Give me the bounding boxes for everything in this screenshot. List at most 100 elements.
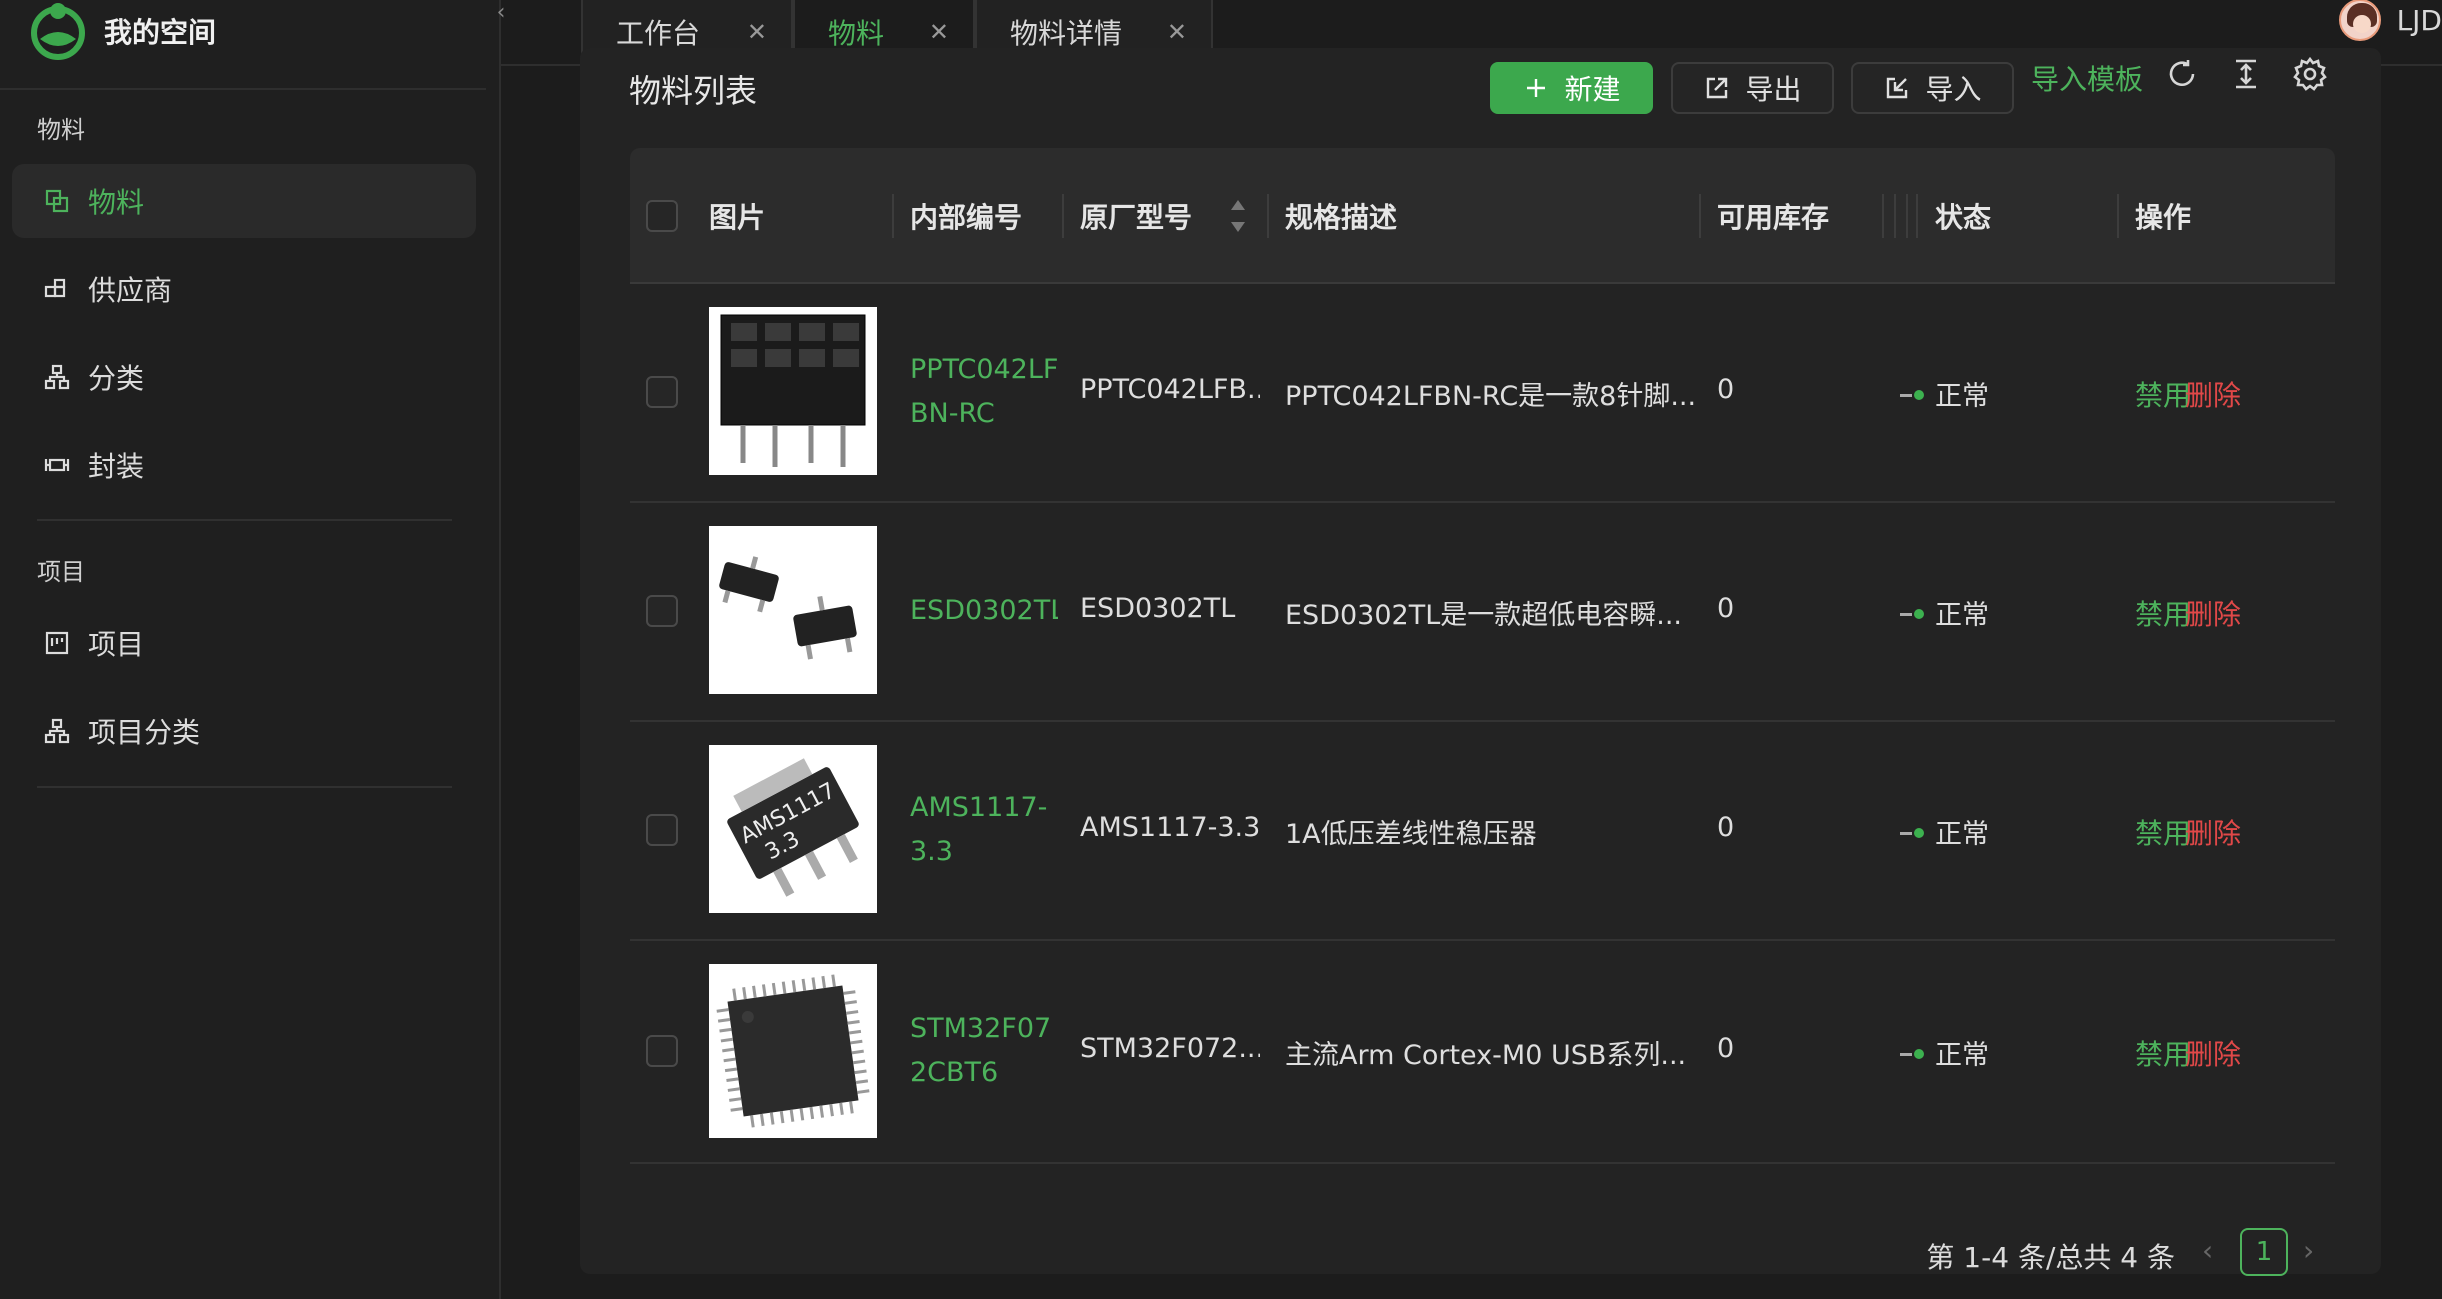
material-list-card: 物料列表 新建 导出 导入 导入模板 图片 内部编号 原厂型号 规格描述 可用库… <box>580 48 2381 1276</box>
lqfp-image <box>709 964 877 1138</box>
logo[interactable]: 我的空间 <box>28 0 216 62</box>
material-image[interactable] <box>709 307 877 475</box>
user-name: LJD <box>2396 3 2442 37</box>
spec-desc: 主流Arm Cortex-M0 USB系列... <box>1285 1040 1687 1071</box>
page-number-button[interactable]: 1 <box>2240 1228 2288 1276</box>
app-title: 我的空间 <box>104 16 217 49</box>
pagination: 第 1-4 条/总共 4 条 ‹ 1 › <box>580 1228 2381 1276</box>
export-button[interactable]: 导出 <box>1671 62 1834 114</box>
prev-page-icon[interactable]: ‹ <box>2202 1234 2213 1267</box>
column-header-mfr-model[interactable]: 原厂型号 <box>1080 148 1192 284</box>
sidebar-item-label: 封装 <box>88 450 145 483</box>
material-image[interactable] <box>709 964 877 1138</box>
disable-button[interactable]: 禁用 <box>2135 812 2191 852</box>
stock-value: 0 <box>1717 1033 1735 1064</box>
sidebar-item-project[interactable]: 项目 <box>12 606 476 680</box>
import-button[interactable]: 导入 <box>1851 62 2014 114</box>
mfr-model: STM32F072... <box>1080 1033 1260 1064</box>
internal-code-link[interactable]: ESD0302TL <box>910 589 1058 633</box>
column-divider <box>1906 194 1908 238</box>
status-dot <box>1914 390 1924 400</box>
sidebar-item-package[interactable]: 封装 <box>12 428 476 502</box>
stock-value: 0 <box>1717 812 1735 843</box>
project-icon <box>45 631 69 655</box>
import-icon <box>1887 77 1908 99</box>
export-button-label: 导出 <box>1745 73 1802 106</box>
material-image[interactable]: AMS1117 3.3 <box>709 745 877 913</box>
close-icon[interactable]: ✕ <box>929 18 949 46</box>
settings-icon[interactable] <box>2292 56 2328 92</box>
mfr-model: ESD0302TL <box>1080 593 1236 624</box>
sidebar-item-label: 供应商 <box>88 274 173 307</box>
tab-label: 物料 <box>828 17 885 50</box>
plus-icon <box>1527 79 1546 97</box>
table-row: STM32F07 2CBT6 STM32F072... 主流Arm Cortex… <box>630 941 2335 1164</box>
row-checkbox[interactable] <box>646 1035 678 1067</box>
column-divider <box>1882 194 1884 238</box>
code-line: BN-RC <box>910 398 995 429</box>
sidebar-item-material[interactable]: 物料 <box>12 164 476 238</box>
refresh-icon[interactable] <box>2164 56 2200 92</box>
column-divider <box>2117 194 2119 238</box>
status-badge: 正常 <box>1935 381 1989 412</box>
row-checkbox[interactable] <box>646 595 678 627</box>
column-divider <box>1062 194 1064 238</box>
sidebar-item-label: 物料 <box>88 186 145 219</box>
close-icon[interactable]: ✕ <box>1167 18 1187 46</box>
delete-button[interactable]: 删除 <box>2185 812 2241 852</box>
new-button[interactable]: 新建 <box>1490 62 1653 114</box>
material-image[interactable] <box>709 526 877 694</box>
table-header: 图片 内部编号 原厂型号 规格描述 可用库存 状态 操作 <box>630 148 2335 284</box>
status-dot <box>1914 828 1924 838</box>
status-dash <box>1900 832 1912 835</box>
sidebar-item-supplier[interactable]: 供应商 <box>12 252 476 326</box>
status-dot <box>1914 609 1924 619</box>
nav-group-label-material: 物料 <box>37 116 85 144</box>
spec-desc: 1A低压差线性稳压器 <box>1285 819 1537 850</box>
select-all-checkbox[interactable] <box>646 200 678 232</box>
internal-code-link[interactable]: AMS1117- 3.3 <box>910 786 1058 874</box>
column-divider <box>1699 194 1701 238</box>
disable-button[interactable]: 禁用 <box>2135 593 2191 633</box>
column-divider <box>1894 194 1896 238</box>
close-icon[interactable]: ✕ <box>747 18 767 46</box>
delete-button[interactable]: 删除 <box>2185 1033 2241 1073</box>
column-header-internal-code: 内部编号 <box>910 201 1023 234</box>
hierarchy-icon <box>44 364 70 390</box>
table-row: AMS1117 3.3 AMS1117- 3.3 AMS1117-3.3 1A低… <box>630 722 2335 941</box>
column-divider <box>892 194 894 238</box>
import-button-label: 导入 <box>1925 73 1982 106</box>
stock-value: 0 <box>1717 374 1735 405</box>
mfr-model: PPTC042LFB... <box>1080 374 1260 405</box>
user-menu[interactable]: LJD <box>2338 0 2442 41</box>
delete-button[interactable]: 删除 <box>2185 374 2241 414</box>
supplier-icon <box>44 278 66 298</box>
import-template-link[interactable]: 导入模板 <box>2031 58 2143 98</box>
divider <box>37 786 452 788</box>
disable-button[interactable]: 禁用 <box>2135 1033 2191 1073</box>
internal-code-link[interactable]: STM32F07 2CBT6 <box>910 1007 1058 1095</box>
table-row: ESD0302TL ESD0302TL ESD0302TL是一款超低电容瞬...… <box>630 503 2335 722</box>
status-badge: 正常 <box>1935 600 1989 631</box>
column-divider <box>1916 194 1918 238</box>
page-title: 物料列表 <box>629 72 758 110</box>
column-height-icon[interactable] <box>2228 56 2264 92</box>
logo-icon <box>31 3 85 60</box>
tab-label: 工作台 <box>616 17 701 50</box>
header-connector-image <box>709 307 877 475</box>
column-header-stock: 可用库存 <box>1717 201 1830 234</box>
sidebar-item-label: 项目 <box>88 628 145 661</box>
sort-icon[interactable] <box>1229 198 1247 234</box>
disable-button[interactable]: 禁用 <box>2135 374 2191 414</box>
row-checkbox[interactable] <box>646 376 678 408</box>
export-icon <box>1707 77 1728 99</box>
delete-button[interactable]: 删除 <box>2185 593 2241 633</box>
avatar[interactable] <box>2338 0 2381 41</box>
sidebar-item-category[interactable]: 分类 <box>12 340 476 414</box>
status-badge: 正常 <box>1935 819 1989 850</box>
new-button-label: 新建 <box>1564 73 1621 106</box>
row-checkbox[interactable] <box>646 814 678 846</box>
sidebar-item-project-category[interactable]: 项目分类 <box>12 694 476 768</box>
next-page-icon[interactable]: › <box>2303 1234 2314 1267</box>
internal-code-link[interactable]: PPTC042LF BN-RC <box>910 348 1058 436</box>
